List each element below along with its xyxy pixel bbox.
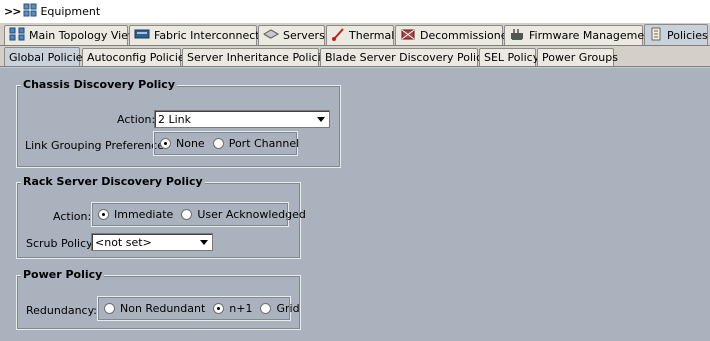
subtab-server-inheritance-policies[interactable]: Server Inheritance Policies: [182, 48, 333, 66]
power-policy-group: Power Policy Redundancy: Non Redundant n…: [16, 268, 301, 330]
power-policy-title: Power Policy: [21, 268, 105, 281]
redundancy-radio-group: Non Redundant n+1 Grid: [97, 296, 300, 321]
equipment-icon: [23, 3, 37, 20]
radio-unselected-icon: [181, 209, 193, 220]
redundancy-grid-radio[interactable]: Grid: [260, 302, 300, 315]
chassis-discovery-policy-group: Chassis Discovery Policy Action: 2 Link …: [16, 78, 341, 168]
breadcrumb: >> Equipment: [0, 0, 710, 23]
fabric-interconnect-icon: [134, 28, 150, 43]
thermometer-icon: [331, 27, 345, 44]
rack-action-radio-group: Immediate User Acknowledged: [91, 202, 306, 227]
server-icon: [262, 28, 280, 43]
subtab-blade-server-discovery-policies[interactable]: Blade Server Discovery Policies: [320, 48, 498, 66]
chevron-down-icon[interactable]: [314, 113, 327, 126]
tab-main-topology-view[interactable]: Main Topology View: [4, 25, 137, 45]
content-panel: Chassis Discovery Policy Action: 2 Link …: [0, 67, 710, 341]
sub-tab-bar: Global Policies Autoconfig Policies Serv…: [0, 46, 710, 67]
radio-unselected-icon: [212, 138, 224, 149]
link-grouping-none-radio[interactable]: None: [160, 137, 205, 150]
rack-server-discovery-policy-title: Rack Server Discovery Policy: [21, 175, 205, 188]
scrub-policy-label: Scrub Policy:: [26, 237, 96, 250]
breadcrumb-arrows[interactable]: >>: [4, 5, 21, 18]
redundancy-label: Redundancy:: [26, 304, 98, 317]
chassis-action-select[interactable]: 2 Link: [154, 110, 330, 128]
redundancy-n-plus-1-radio[interactable]: n+1: [213, 302, 252, 315]
scrub-policy-select[interactable]: <not set>: [91, 233, 213, 251]
subtab-sel-policy[interactable]: SEL Policy: [479, 48, 539, 66]
rack-action-user-acknowledged-radio[interactable]: User Acknowledged: [181, 208, 306, 221]
radio-unselected-icon: [104, 303, 115, 314]
tab-policies[interactable]: Policies: [644, 24, 708, 45]
policy-icon: [649, 27, 663, 44]
radio-selected-icon: [160, 138, 171, 149]
radio-selected-icon: [98, 209, 109, 220]
tab-decommissioned[interactable]: Decommissioned: [395, 25, 514, 45]
firmware-icon: [509, 27, 525, 44]
tab-firmware-management[interactable]: Firmware Management: [504, 25, 655, 45]
rack-server-discovery-policy-group: Rack Server Discovery Policy Action: Imm…: [16, 175, 306, 259]
link-grouping-port-channel-radio[interactable]: Port Channel: [212, 137, 299, 150]
tab-fabric-interconnects[interactable]: Fabric Interconnects: [129, 25, 265, 45]
chassis-action-label: Action:: [117, 113, 156, 126]
radio-selected-icon: [213, 303, 225, 314]
topology-icon: [9, 27, 25, 44]
subtab-power-groups[interactable]: Power Groups: [537, 48, 618, 66]
link-grouping-label: Link Grouping Preference:: [25, 139, 168, 152]
subtab-global-policies[interactable]: Global Policies: [4, 47, 88, 66]
redundancy-non-redundant-radio[interactable]: Non Redundant: [104, 302, 205, 315]
subtab-autoconfig-policies[interactable]: Autoconfig Policies: [82, 48, 190, 66]
chevron-down-icon[interactable]: [197, 236, 210, 249]
tab-servers[interactable]: Servers: [258, 25, 325, 45]
tab-thermal[interactable]: Thermal: [326, 25, 394, 45]
rack-action-label: Action:: [53, 210, 92, 223]
radio-unselected-icon: [260, 303, 272, 314]
breadcrumb-title: Equipment: [40, 5, 101, 18]
rack-action-immediate-radio[interactable]: Immediate: [98, 208, 173, 221]
main-tab-bar: Main Topology View Fabric Interconnects …: [0, 23, 710, 46]
chassis-discovery-policy-title: Chassis Discovery Policy: [21, 78, 178, 91]
decommission-icon: [400, 27, 416, 44]
link-grouping-radio-group: None Port Channel: [153, 131, 299, 156]
